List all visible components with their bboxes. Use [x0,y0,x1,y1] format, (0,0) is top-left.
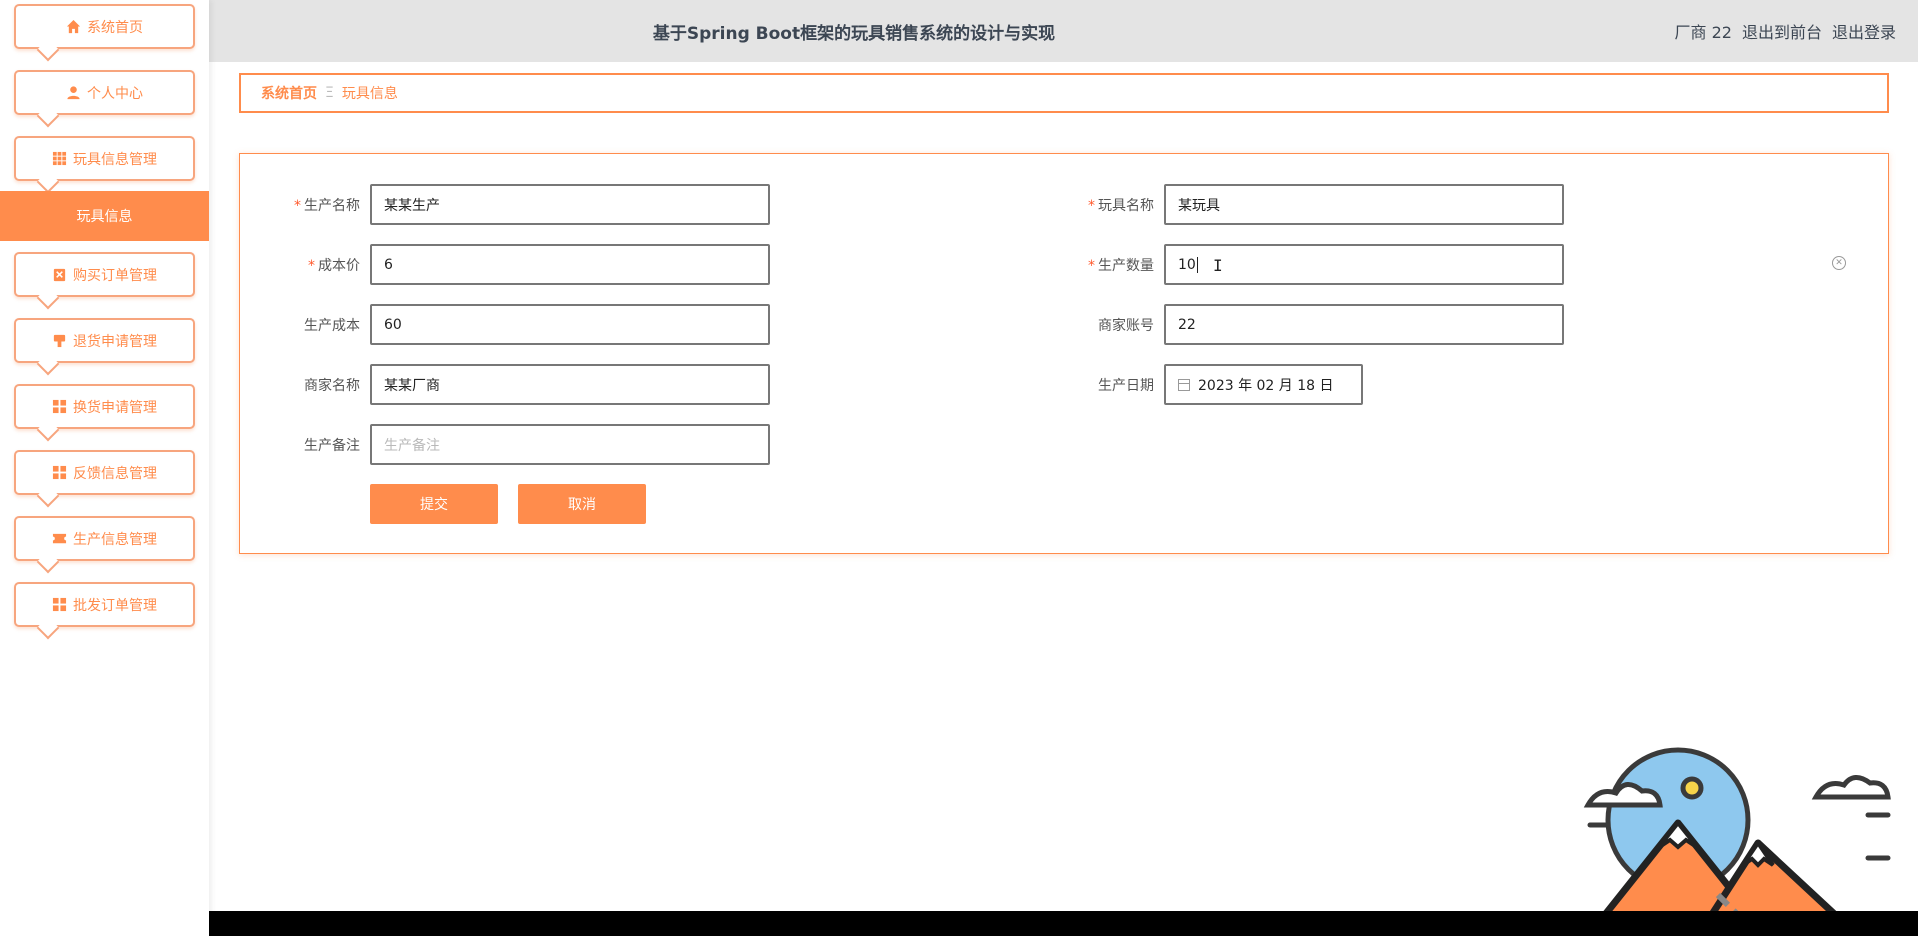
sidebar-subitem-label: 玩具信息 [76,209,133,225]
sidebar-item-label: 反馈信息管理 [73,465,157,482]
field-label: * 生产名称 [294,197,360,214]
cost-price-input[interactable]: 6 [370,244,770,285]
stamp-icon [52,333,67,348]
breadcrumb-separator: Ξ [325,85,334,101]
prod-name-input[interactable]: 某某生产 [370,184,770,225]
user-icon [66,85,81,100]
sidebar-item-label: 个人中心 [87,85,143,102]
field-prod-note: 生产备注 生产备注 [260,424,770,465]
field-cost-price: * 成本价 6 [260,244,770,285]
prod-date-value: 2023 年 02 月 18 日 [1198,377,1334,394]
sidebar-item-label: 系统首页 [87,19,143,36]
sidebar-item-wholesale[interactable]: 批发订单管理 [14,582,195,640]
field-label: 生产备注 [304,437,360,454]
ticket-icon [52,531,67,546]
field-prod-date: 生产日期 2023 年 02 月 18 日 [1054,364,1363,405]
sidebar-item-label: 退货申请管理 [73,333,157,350]
field-label: 生产成本 [304,317,360,334]
prod-cost-input[interactable]: 60 [370,304,770,345]
mountain-illustration [1583,747,1891,936]
sidebar-item-label: 批发订单管理 [73,597,157,614]
field-prod-cost: 生产成本 60 [260,304,770,345]
field-label: 商家名称 [304,377,360,394]
merchant-name-input[interactable]: 某某厂商 [370,364,770,405]
clear-icon[interactable]: ✕ [1832,256,1846,270]
sidebar: 系统首页 个人中心 玩具信息管理 玩具信息 购买订单管理 退货申请管理 换货申请… [0,0,209,936]
field-merchant-account: 商家账号 22 [1054,304,1564,345]
field-toy-name: * 玩具名称 某玩具 [1054,184,1564,225]
top-header: 基于Spring Boot框架的玩具销售系统的设计与实现 厂商 22 退出到前台… [209,0,1918,62]
toy-name-input[interactable]: 某玩具 [1164,184,1564,225]
home-icon [66,19,81,34]
prod-qty-value: 10 [1178,256,1196,273]
clipboard-icon [52,267,67,282]
field-label: * 成本价 [308,257,360,274]
field-merchant-name: 商家名称 某某厂商 [260,364,770,405]
ibeam-cursor-icon: I [1213,256,1223,275]
field-label: 生产日期 [1098,377,1154,394]
field-prod-name: * 生产名称 某某生产 [260,184,770,225]
sidebar-item-purchase-orders[interactable]: 购买订单管理 [14,252,195,310]
sidebar-item-profile[interactable]: 个人中心 [14,70,195,128]
sidebar-item-home[interactable]: 系统首页 [14,4,195,62]
sidebar-item-label: 换货申请管理 [73,399,157,416]
sidebar-item-returns[interactable]: 退货申请管理 [14,318,195,376]
sidebar-item-label: 玩具信息管理 [73,151,157,168]
field-label: * 玩具名称 [1088,197,1154,214]
logout-link[interactable]: 退出登录 [1832,19,1896,43]
calendar-icon [1178,378,1190,391]
breadcrumb-home[interactable]: 系统首页 [261,83,317,103]
back-to-front-link[interactable]: 退出到前台 [1742,19,1822,43]
sidebar-subitem-toy-info[interactable]: 玩具信息 [0,191,209,241]
toy-info-form: * 生产名称 某某生产 * 玩具名称 某玩具 * 成本价 6 * 生产数量 10 I ✕… [239,153,1889,554]
prod-note-input[interactable]: 生产备注 [370,424,770,465]
submit-button[interactable]: 提交 [370,484,498,524]
prod-date-input[interactable]: 2023 年 02 月 18 日 [1164,364,1363,405]
current-user: 厂商 22 [1674,23,1732,42]
breadcrumb-current: 玩具信息 [341,86,398,102]
cancel-button[interactable]: 取消 [518,484,646,524]
sidebar-item-exchanges[interactable]: 换货申请管理 [14,384,195,442]
apps-icon [52,399,67,414]
apps-icon [52,465,67,480]
sidebar-item-feedback[interactable]: 反馈信息管理 [14,450,195,508]
apps-icon [52,597,67,612]
sidebar-item-toy-info[interactable]: 玩具信息管理 [14,136,195,194]
breadcrumb: 系统首页 Ξ 玩具信息 [239,73,1889,113]
sidebar-item-production[interactable]: 生产信息管理 [14,516,195,574]
sidebar-item-label: 购买订单管理 [73,267,157,284]
header-user-area: 厂商 22 退出到前台 退出登录 [1675,19,1896,43]
sidebar-item-label: 生产信息管理 [73,531,157,548]
field-prod-qty: * 生产数量 10 I [1054,244,1564,285]
page-title: 基于Spring Boot框架的玩具销售系统的设计与实现 [652,23,1056,44]
prod-qty-input[interactable]: 10 I [1164,244,1564,285]
field-label: * 生产数量 [1088,257,1154,274]
text-caret [1196,256,1198,273]
grid-icon [52,151,67,166]
merchant-account-input[interactable]: 22 [1164,304,1564,345]
field-label: 商家账号 [1098,317,1154,334]
footer-bar [209,911,1918,936]
